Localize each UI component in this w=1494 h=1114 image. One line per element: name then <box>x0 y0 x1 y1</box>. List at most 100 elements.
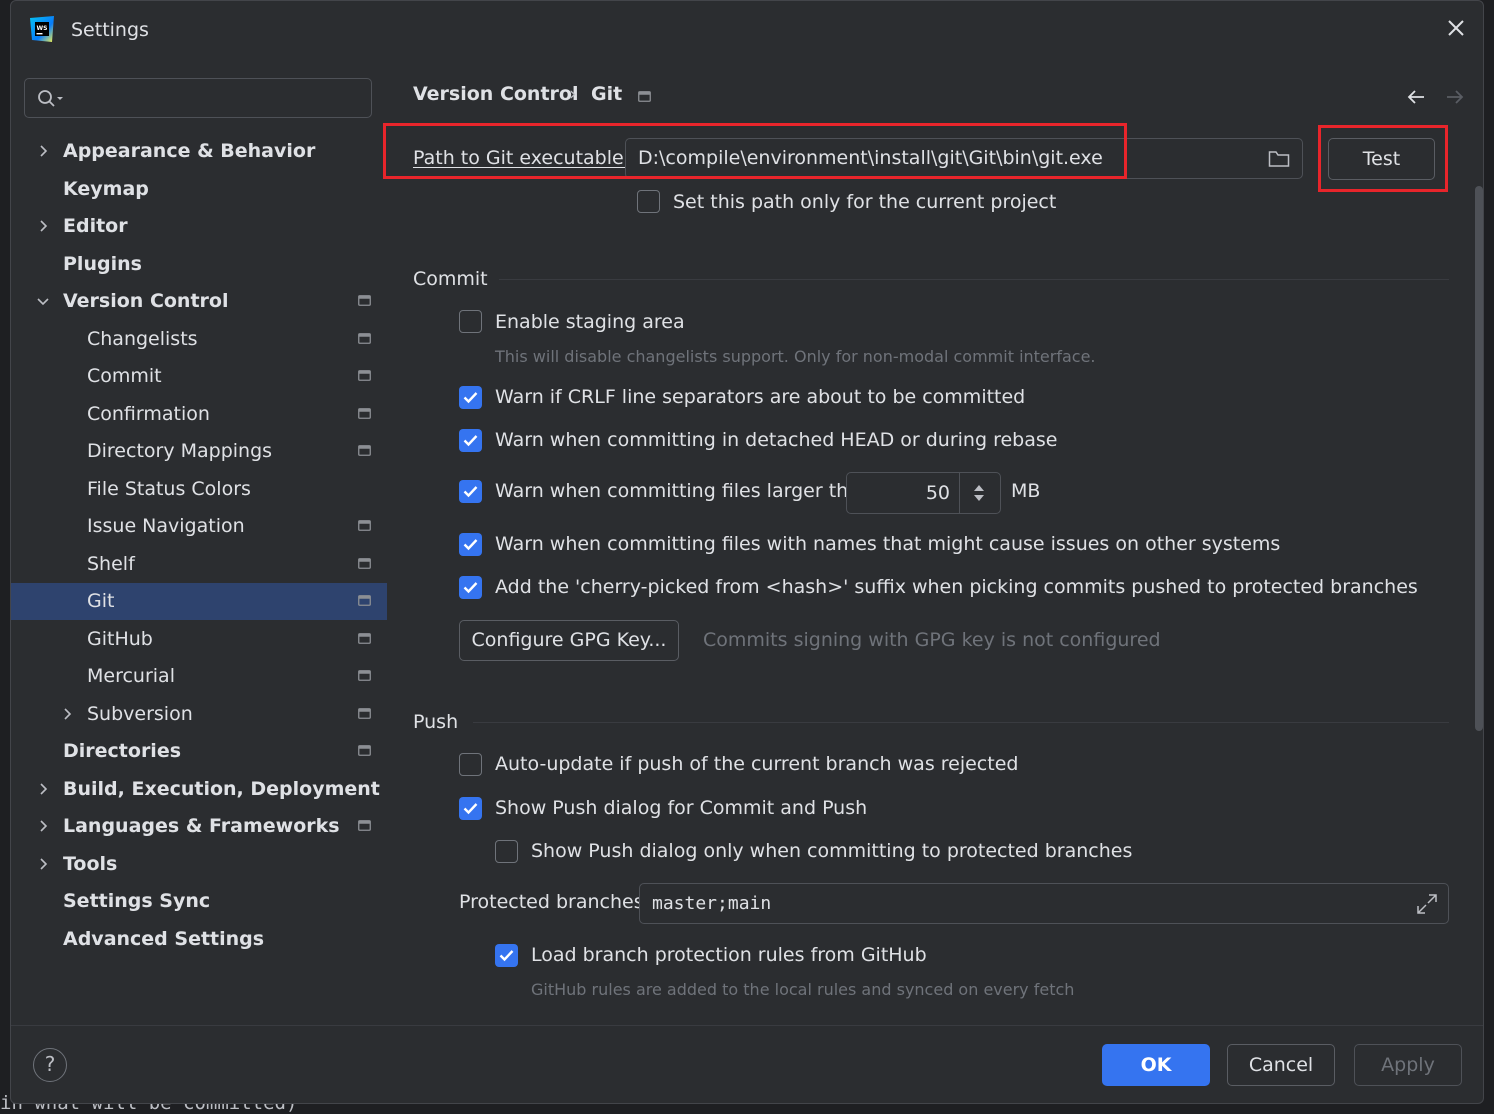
github-rules-hint: GitHub rules are added to the local rule… <box>531 980 1075 999</box>
sidebar-item-appearance-behavior[interactable]: Appearance & Behavior <box>11 133 387 170</box>
configure-gpg-button[interactable]: Configure GPG Key... <box>459 620 679 661</box>
checkmark-icon <box>463 486 478 498</box>
sidebar-item-git[interactable]: Git <box>11 583 387 620</box>
chevron-right-icon <box>64 708 72 720</box>
chevron-right-icon <box>40 820 48 832</box>
cherry-pick-label: Add the 'cherry-picked from <hash>' suff… <box>495 576 1418 598</box>
checkmark-icon <box>463 435 478 447</box>
project-scope-icon <box>638 91 651 102</box>
project-scope-icon <box>358 745 371 756</box>
section-push: Push <box>413 711 459 733</box>
expand-icon[interactable] <box>1416 893 1438 915</box>
vertical-scrollbar[interactable] <box>1475 186 1483 731</box>
sidebar-item-tools[interactable]: Tools <box>11 846 387 883</box>
chevron-right-icon <box>40 145 48 157</box>
checkmark-icon <box>463 539 478 551</box>
sidebar-item-advanced-settings[interactable]: Advanced Settings <box>11 921 387 958</box>
sidebar-item-label: Version Control <box>63 290 229 312</box>
checkmark-icon <box>463 582 478 594</box>
search-icon <box>38 90 63 107</box>
chevron-down-icon <box>37 298 49 306</box>
section-commit: Commit <box>413 268 488 290</box>
sidebar-item-label: Appearance & Behavior <box>63 140 316 162</box>
close-icon[interactable] <box>1445 17 1467 39</box>
auto-update-checkbox[interactable] <box>459 753 482 776</box>
chevron-right-icon <box>40 858 48 870</box>
section-divider <box>473 722 1449 723</box>
gpg-status-text: Commits signing with GPG key is not conf… <box>703 629 1161 651</box>
sidebar-item-label: Settings Sync <box>63 890 211 912</box>
protected-branches-value: master;main <box>652 893 772 914</box>
sidebar-item-label: Build, Execution, Deployment <box>63 778 380 800</box>
staging-area-hint: This will disable changelists support. O… <box>495 347 1096 366</box>
sidebar-item-file-status-colors[interactable]: File Status Colors <box>11 471 387 508</box>
file-size-spinner[interactable]: 50 <box>846 472 1001 514</box>
sidebar-item-label: GitHub <box>87 628 153 650</box>
protected-branches-field[interactable]: master;main <box>639 883 1449 924</box>
project-scope-icon <box>358 633 371 644</box>
project-scope-icon <box>358 520 371 531</box>
show-push-dialog-checkbox[interactable] <box>459 797 482 820</box>
project-scope-icon <box>358 595 371 606</box>
sidebar-item-label: Mercurial <box>87 665 175 687</box>
sidebar-item-label: Subversion <box>87 703 193 725</box>
help-icon[interactable]: ? <box>33 1048 67 1082</box>
search-input[interactable] <box>24 78 372 118</box>
file-size-value: 50 <box>925 482 950 504</box>
spinner-arrows-icon[interactable] <box>972 483 986 503</box>
project-scope-icon <box>358 670 371 681</box>
settings-sidebar: Appearance & Behavior Keymap Editor Plug… <box>11 61 387 1025</box>
checkmark-icon <box>463 803 478 815</box>
sidebar-item-label: Keymap <box>63 178 149 200</box>
sidebar-item-version-control[interactable]: Version Control <box>11 283 387 320</box>
sidebar-item-label: Shelf <box>87 553 135 575</box>
file-names-label: Warn when committing files with names th… <box>495 533 1281 555</box>
project-scope-icon <box>358 333 371 344</box>
show-push-dialog-label: Show Push dialog for Commit and Push <box>495 797 868 819</box>
section-divider <box>499 279 1449 280</box>
back-arrow-icon[interactable] <box>1406 89 1426 105</box>
checkmark-icon <box>499 950 514 962</box>
sidebar-item-keymap[interactable]: Keymap <box>11 171 387 208</box>
sidebar-item-directory-mappings[interactable]: Directory Mappings <box>11 433 387 470</box>
protected-only-checkbox[interactable] <box>495 840 518 863</box>
git-settings-panel: Version Control › Git Path to Git execut… <box>383 61 1483 1025</box>
project-scope-icon <box>358 445 371 456</box>
sidebar-item-languages-frameworks[interactable]: Languages & Frameworks <box>11 808 387 845</box>
sidebar-item-subversion[interactable]: Subversion <box>11 696 387 733</box>
apply-button[interactable]: Apply <box>1354 1044 1462 1086</box>
staging-area-checkbox[interactable] <box>459 310 482 333</box>
sidebar-item-commit[interactable]: Commit <box>11 358 387 395</box>
cherry-pick-checkbox[interactable] <box>459 576 482 599</box>
sidebar-item-mercurial[interactable]: Mercurial <box>11 658 387 695</box>
crlf-checkbox[interactable] <box>459 386 482 409</box>
breadcrumb-parent[interactable]: Version Control <box>413 83 578 105</box>
sidebar-item-confirmation[interactable]: Confirmation <box>11 396 387 433</box>
current-project-checkbox[interactable] <box>637 190 660 213</box>
detached-head-checkbox[interactable] <box>459 429 482 452</box>
file-names-checkbox[interactable] <box>459 533 482 556</box>
sidebar-item-label: Issue Navigation <box>87 515 245 537</box>
sidebar-item-shelf[interactable]: Shelf <box>11 546 387 583</box>
sidebar-item-build-execution-deployment[interactable]: Build, Execution, Deployment <box>11 771 387 808</box>
ok-button[interactable]: OK <box>1102 1044 1210 1086</box>
protected-only-label: Show Push dialog only when committing to… <box>531 840 1133 862</box>
forward-arrow-icon <box>1447 90 1464 104</box>
sidebar-item-settings-sync[interactable]: Settings Sync <box>11 883 387 920</box>
sidebar-item-github[interactable]: GitHub <box>11 621 387 658</box>
checkmark-icon <box>463 392 478 404</box>
folder-icon[interactable] <box>1268 150 1290 168</box>
github-rules-checkbox[interactable] <box>495 944 518 967</box>
sidebar-item-directories[interactable]: Directories <box>11 733 387 770</box>
large-files-checkbox[interactable] <box>459 480 482 503</box>
cancel-button[interactable]: Cancel <box>1227 1044 1335 1086</box>
sidebar-item-label: Tools <box>63 853 118 875</box>
sidebar-item-plugins[interactable]: Plugins <box>11 246 387 283</box>
svg-text:WS: WS <box>37 25 48 32</box>
sidebar-item-changelists[interactable]: Changelists <box>11 321 387 358</box>
sidebar-item-issue-navigation[interactable]: Issue Navigation <box>11 508 387 545</box>
detached-head-label: Warn when committing in detached HEAD or… <box>495 429 1058 451</box>
chevron-right-icon <box>40 783 48 795</box>
project-scope-icon <box>358 708 371 719</box>
sidebar-item-editor[interactable]: Editor <box>11 208 387 245</box>
